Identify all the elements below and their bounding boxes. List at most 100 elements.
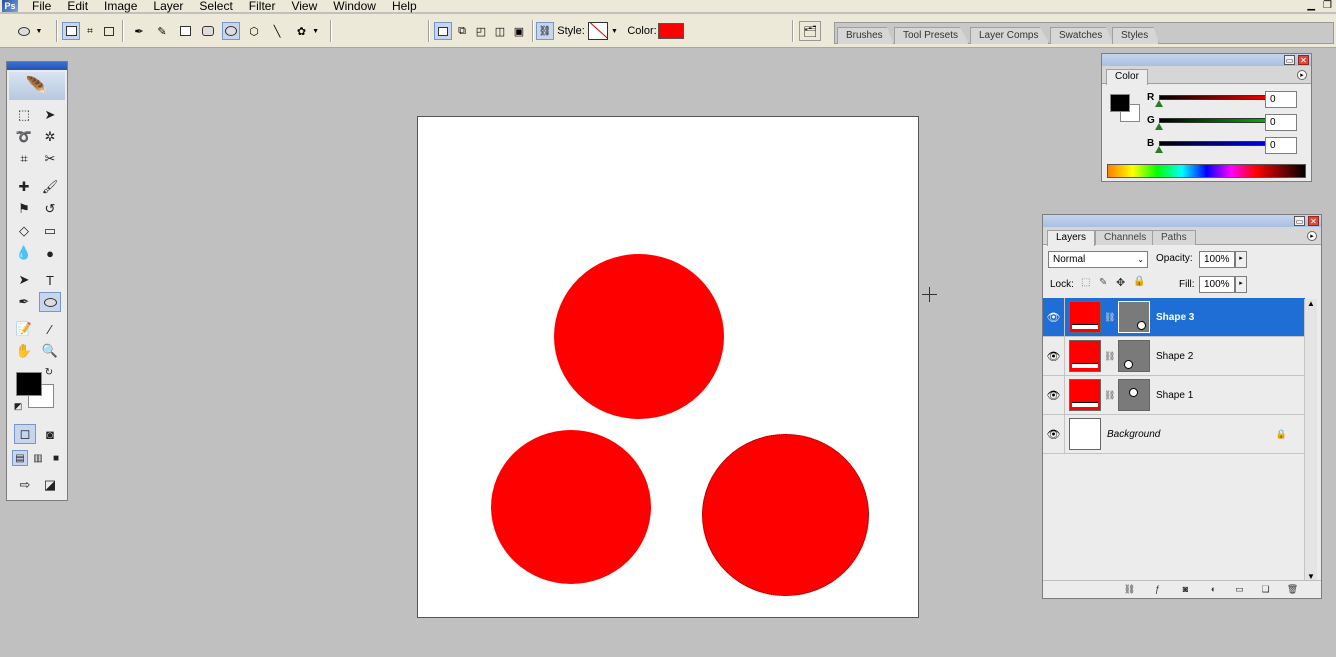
layer-name[interactable]: Shape 1 [1156,390,1193,401]
layer-name[interactable]: Shape 3 [1156,312,1194,323]
type-tool-icon[interactable]: T [39,270,61,290]
custom-shape-button[interactable]: ✿ ▼ [290,22,326,40]
add-to-shape-area-button[interactable]: ⧉ [453,22,471,40]
blur-tool-icon[interactable]: 💧 [13,243,35,263]
red-circle-shape-2[interactable] [702,434,869,596]
move-tool-icon[interactable]: ➤ [39,105,61,125]
visibility-eye-icon[interactable]: 👁 [1043,375,1065,415]
menu-edit[interactable]: Edit [59,0,96,12]
standard-screen-mode-icon[interactable]: ▤ [12,450,28,466]
eraser-tool-icon[interactable]: ◇ [13,221,35,241]
layer-row-shape-1[interactable]: 👁 ⛓ Shape 1 [1043,375,1305,415]
create-new-shape-area-button[interactable] [434,22,452,40]
subtract-shape-area-button[interactable]: ◰ [472,22,490,40]
layers-scrollbar[interactable]: ▲ ▼ [1304,299,1317,581]
layer-row-shape-2[interactable]: 👁 ⛓ Shape 2 [1043,336,1305,376]
new-layer-icon[interactable]: ❏ [1259,584,1272,596]
feather-logo-icon[interactable]: 🪶 [9,72,65,100]
menu-help[interactable]: Help [384,0,425,12]
minimize-panel-icon[interactable]: ▭ [1294,216,1305,226]
clone-stamp-icon[interactable]: ⚑ [13,199,35,219]
vector-mask-thumbnail[interactable] [1118,379,1150,411]
gradient-tool-icon[interactable]: ▭ [39,221,61,241]
red-circle-shape-1[interactable] [491,430,651,584]
green-slider-track[interactable] [1159,118,1275,123]
menu-select[interactable]: Select [191,0,240,12]
freeform-pen-button[interactable]: ✎ [153,22,171,40]
rounded-rectangle-tool-button[interactable] [199,22,217,40]
visibility-eye-icon[interactable]: 👁 [1043,336,1065,376]
magic-wand-icon[interactable]: ✲ [39,127,61,147]
crop-tool-icon[interactable]: ⌗ [13,149,35,169]
lock-transparent-pixels-icon[interactable]: ⬚ [1081,277,1090,288]
foreground-color-overlay[interactable] [16,372,42,396]
standard-mode-icon[interactable]: ◻ [14,424,36,444]
menu-window[interactable]: Window [325,0,384,12]
quick-mask-mode-icon[interactable]: ◙ [39,424,61,444]
exclude-overlapping-areas-button[interactable]: ▣ [510,22,528,40]
adjustment-layer-icon[interactable]: ◐ [1207,584,1220,596]
slice-tool-icon[interactable]: ✂ [39,149,61,169]
lock-all-icon[interactable]: 🔒 [1133,276,1145,287]
history-brush-icon[interactable]: ↺ [39,199,61,219]
ellipse-shape-tool-icon[interactable] [39,292,61,312]
opacity-field[interactable]: 100% [1199,251,1235,268]
path-selection-icon[interactable]: ➤ [13,270,35,290]
intersect-shape-areas-button[interactable]: ◫ [491,22,509,40]
color-panel-title-bar[interactable]: ▭ ✕ [1102,54,1311,66]
chevron-down-icon[interactable]: ▼ [611,28,618,35]
rectangle-tool-button[interactable] [176,22,194,40]
tab-paths[interactable]: Paths [1152,230,1196,245]
tab-brushes[interactable]: Brushes [837,27,894,44]
blend-mode-dropdown[interactable]: Normal ⌄ [1048,251,1148,268]
polygon-tool-button[interactable]: ⬡ [245,22,263,40]
pen-tool-button[interactable]: ✒ [130,22,148,40]
color-panel-foreground-swatch[interactable] [1110,94,1130,112]
file-browser-button[interactable]: 🗂 [799,21,821,41]
swap-colors-icon[interactable]: ↻ [43,366,55,378]
opacity-slider-arrow-icon[interactable]: ▸ [1235,251,1247,268]
menu-layer[interactable]: Layer [145,0,191,12]
layer-style-icon[interactable]: ƒ [1151,584,1164,596]
close-panel-icon[interactable]: ✕ [1308,216,1319,226]
blue-value-field[interactable]: 0 [1265,137,1297,154]
line-tool-button[interactable]: ╲ [268,22,286,40]
marquee-tool-icon[interactable]: ⬚ [13,105,35,125]
visibility-eye-icon[interactable]: 👁 [1043,297,1065,337]
zoom-tool-icon[interactable]: 🔍 [39,341,61,361]
tab-tool-presets[interactable]: Tool Presets [894,27,970,44]
delete-layer-icon[interactable]: 🗑 [1286,584,1299,596]
vector-mask-thumbnail[interactable] [1118,301,1150,333]
tab-color[interactable]: Color [1106,69,1148,85]
panel-menu-icon[interactable]: ▸ [1297,70,1307,80]
layer-name[interactable]: Shape 2 [1156,351,1193,362]
full-screen-menu-mode-icon[interactable]: ▥ [30,450,46,466]
link-layer-style-button[interactable]: ⛓ [536,22,554,40]
tool-preset-picker[interactable]: ▼ [12,22,48,40]
chain-link-icon[interactable]: ⛓ [1104,390,1115,401]
tab-channels[interactable]: Channels [1095,230,1156,245]
add-mask-icon[interactable]: ◙ [1179,584,1192,596]
healing-brush-icon[interactable]: ✚ [13,177,35,197]
hand-tool-icon[interactable]: ✋ [13,341,35,361]
blue-slider-track[interactable] [1159,141,1275,146]
color-spectrum-bar[interactable] [1107,164,1306,178]
blue-slider-thumb[interactable] [1155,146,1163,153]
menu-file[interactable]: File [24,0,59,12]
brush-tool-icon[interactable]: 🖌 [39,177,61,197]
chain-link-icon[interactable]: ⛓ [1104,351,1115,362]
layer-name[interactable]: Background [1107,429,1160,440]
minimize-panel-icon[interactable]: ▭ [1284,55,1295,65]
fill-thumbnail[interactable] [1069,379,1101,411]
close-panel-icon[interactable]: ✕ [1298,55,1309,65]
fill-thumbnail[interactable] [1069,340,1101,372]
green-value-field[interactable]: 0 [1265,114,1297,131]
green-slider-thumb[interactable] [1155,123,1163,130]
red-slider-thumb[interactable] [1155,100,1163,107]
full-screen-mode-icon[interactable]: ■ [48,450,64,466]
shape-color-swatch[interactable] [658,23,684,39]
scroll-up-icon[interactable]: ▲ [1307,299,1315,308]
vector-mask-thumbnail[interactable] [1118,340,1150,372]
imageready-icon[interactable]: ◪ [39,475,61,495]
lasso-tool-icon[interactable]: ➰ [13,127,35,147]
